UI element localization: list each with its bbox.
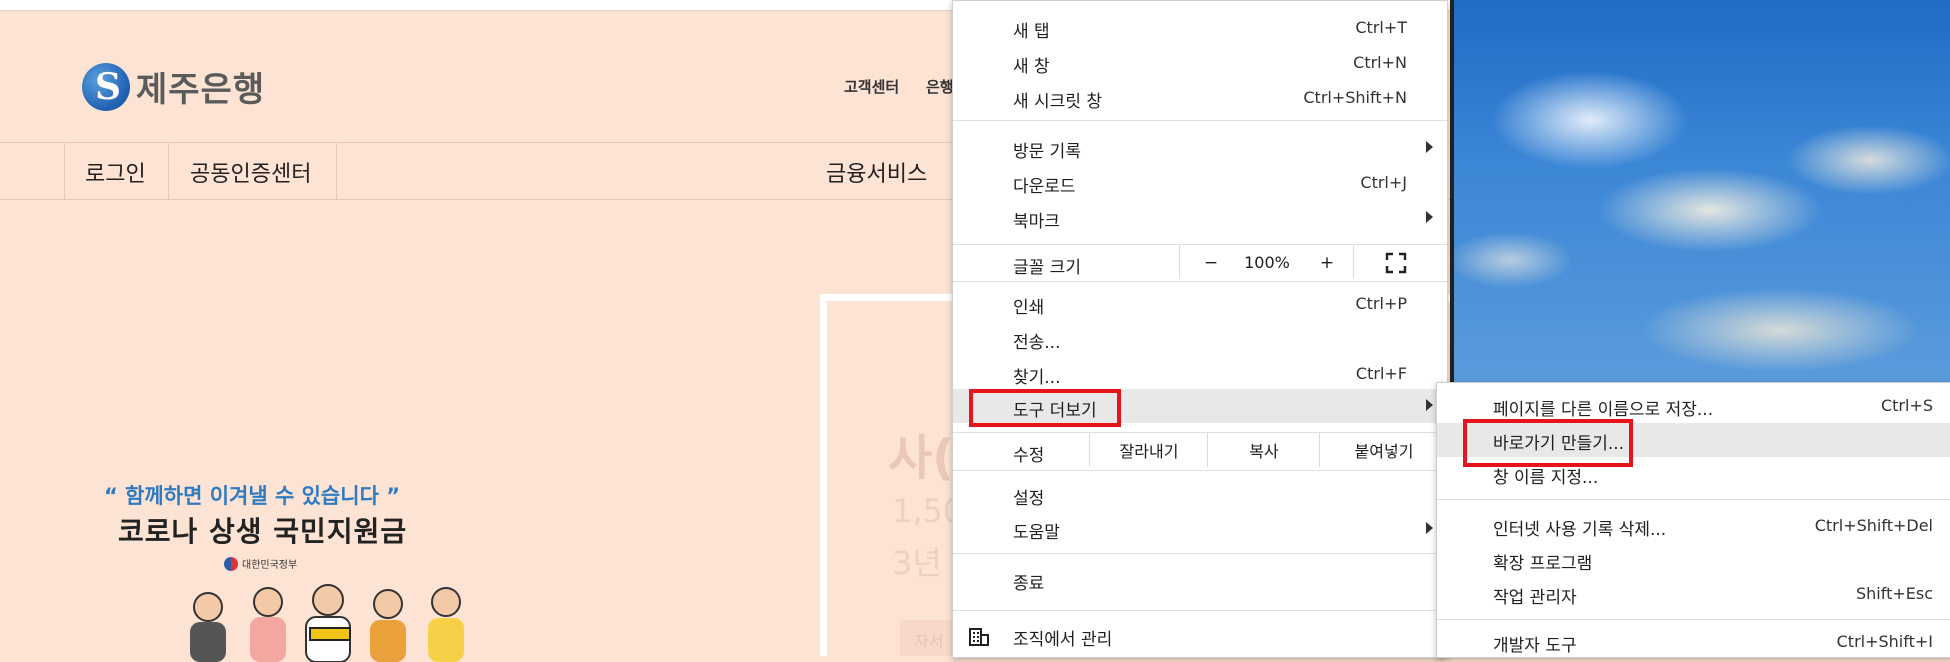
- logo-mark-icon: [82, 62, 130, 111]
- menu-label: 다운로드: [1013, 177, 1076, 197]
- menu-shortcut: Ctrl+Shift+I: [1836, 632, 1933, 651]
- menu-shortcut: Ctrl+J: [1360, 173, 1407, 192]
- menu-shortcut: Ctrl+N: [1353, 53, 1407, 72]
- menu-label: 찾기...: [1013, 368, 1061, 388]
- menu-help[interactable]: 도움말: [953, 512, 1447, 546]
- menu-managed-by-org[interactable]: 조직에서 관리: [953, 619, 1447, 653]
- promo-quote: “ 함께하면 이겨낼 수 있습니다 ”: [104, 484, 400, 508]
- nav-finance-services[interactable]: 금융서비스: [826, 156, 927, 188]
- panel-line-2: 3년: [892, 544, 942, 582]
- menu-shortcut: Shift+Esc: [1855, 584, 1933, 603]
- edit-cut-button[interactable]: 잘라내기: [1089, 433, 1208, 467]
- browser-main-menu: 새 탭 Ctrl+T 새 창 Ctrl+N 새 시크릿 창 Ctrl+Shift…: [952, 0, 1448, 658]
- menu-bookmarks[interactable]: 북마크: [953, 201, 1447, 235]
- submenu-arrow-icon: [1426, 211, 1433, 223]
- menu-cast[interactable]: 전송...: [953, 322, 1447, 356]
- window-border: [1450, 0, 1454, 400]
- gov-label: 대한민국정부: [242, 560, 298, 571]
- menu-label: 새 탭: [1013, 22, 1050, 42]
- menu-label: 전송...: [1013, 333, 1061, 353]
- menu-label: 작업 관리자: [1493, 588, 1577, 608]
- menu-label: 수정: [1013, 446, 1045, 466]
- fullscreen-icon[interactable]: [1385, 252, 1407, 274]
- taegeuk-icon: [224, 556, 238, 571]
- menu-settings[interactable]: 설정: [953, 478, 1447, 512]
- menu-label: 글꼴 크기: [1013, 258, 1081, 278]
- logo-text: 제주은행: [136, 70, 266, 110]
- menu-label: 확장 프로그램: [1493, 554, 1593, 574]
- menu-new-tab[interactable]: 새 탭 Ctrl+T: [953, 11, 1447, 45]
- menu-edit-row: 수정 잘라내기 복사 붙여넣기: [953, 433, 1447, 469]
- menu-label: 조직에서 관리: [1013, 630, 1113, 650]
- submenu-arrow-icon: [1426, 399, 1433, 411]
- submenu-extensions[interactable]: 확장 프로그램: [1437, 543, 1950, 577]
- menu-label: 새 창: [1013, 57, 1050, 77]
- menu-label: 인터넷 사용 기록 삭제...: [1493, 520, 1667, 540]
- bank-logo[interactable]: 제주은행: [82, 62, 265, 111]
- menu-separator: [953, 120, 1447, 121]
- menu-shortcut: Ctrl+Shift+Del: [1814, 516, 1933, 535]
- menu-label: 설정: [1013, 489, 1045, 509]
- menu-shortcut: Ctrl+P: [1355, 294, 1407, 313]
- highlight-box-create-shortcut: [1463, 419, 1633, 467]
- menu-downloads[interactable]: 다운로드 Ctrl+J: [953, 166, 1447, 200]
- zoom-level: 100%: [1244, 253, 1290, 272]
- desktop-wallpaper-sky: [1450, 0, 1950, 400]
- nav-separator: [64, 143, 65, 199]
- nav-separator: [336, 143, 337, 199]
- menu-label: 종료: [1013, 574, 1045, 594]
- submenu-clear-browsing-data[interactable]: 인터넷 사용 기록 삭제... Ctrl+Shift+Del: [1437, 509, 1950, 543]
- menu-print[interactable]: 인쇄 Ctrl+P: [953, 287, 1447, 321]
- zoom-out-button[interactable]: −: [1199, 253, 1223, 273]
- people-illustration: [190, 584, 464, 662]
- nav-cert-center[interactable]: 공동인증센터: [190, 156, 311, 188]
- util-link-bank[interactable]: 은행: [926, 76, 954, 97]
- menu-label: 북마크: [1013, 212, 1060, 232]
- menu-label: 새 시크릿 창: [1013, 92, 1103, 112]
- submenu-save-page-as[interactable]: 페이지를 다른 이름으로 저장... Ctrl+S: [1437, 389, 1950, 423]
- menu-new-incognito[interactable]: 새 시크릿 창 Ctrl+Shift+N: [953, 81, 1447, 115]
- util-link-customer-center[interactable]: 고객센터: [844, 76, 899, 97]
- menu-label: 도움말: [1013, 523, 1060, 543]
- building-icon: [969, 628, 989, 646]
- edit-paste-button[interactable]: 붙여넣기: [1319, 433, 1448, 467]
- menu-separator: [1437, 619, 1950, 620]
- edit-copy-button[interactable]: 복사: [1207, 433, 1320, 467]
- nav-login[interactable]: 로그인: [85, 156, 146, 188]
- gov-badge: 대한민국정부: [224, 556, 297, 571]
- menu-separator: [953, 470, 1447, 471]
- zoom-in-button[interactable]: +: [1315, 253, 1339, 273]
- menu-label: 개발자 도구: [1493, 636, 1577, 656]
- submenu-task-manager[interactable]: 작업 관리자 Shift+Esc: [1437, 577, 1950, 611]
- menu-history[interactable]: 방문 기록: [953, 131, 1447, 165]
- menu-label: 페이지를 다른 이름으로 저장...: [1493, 400, 1714, 420]
- submenu-arrow-icon: [1426, 141, 1433, 153]
- menu-shortcut: Ctrl+F: [1355, 364, 1407, 383]
- menu-separator: [953, 281, 1447, 282]
- more-tools-submenu: 페이지를 다른 이름으로 저장... Ctrl+S 바로가기 만들기... 창 …: [1436, 382, 1950, 658]
- promo-title: 코로나 상생 국민지원금: [118, 515, 408, 548]
- highlight-box-more-tools: [969, 389, 1121, 427]
- menu-separator: [953, 553, 1447, 554]
- menu-label: 방문 기록: [1013, 142, 1081, 162]
- menu-shortcut: Ctrl+S: [1880, 396, 1933, 415]
- menu-label: 인쇄: [1013, 298, 1045, 318]
- submenu-arrow-icon: [1426, 522, 1433, 534]
- nav-separator: [168, 143, 169, 199]
- menu-find[interactable]: 찾기... Ctrl+F: [953, 357, 1447, 391]
- panel-title: 사(: [888, 430, 955, 486]
- menu-separator: [953, 610, 1447, 611]
- menu-shortcut: Ctrl+Shift+N: [1303, 88, 1407, 107]
- menu-shortcut: Ctrl+T: [1355, 18, 1407, 37]
- menu-new-window[interactable]: 새 창 Ctrl+N: [953, 46, 1447, 80]
- menu-zoom-row: 글꼴 크기 − 100% +: [953, 245, 1447, 281]
- menu-exit[interactable]: 종료: [953, 563, 1447, 597]
- submenu-developer-tools[interactable]: 개발자 도구 Ctrl+Shift+I: [1437, 625, 1950, 659]
- menu-separator: [1437, 499, 1950, 500]
